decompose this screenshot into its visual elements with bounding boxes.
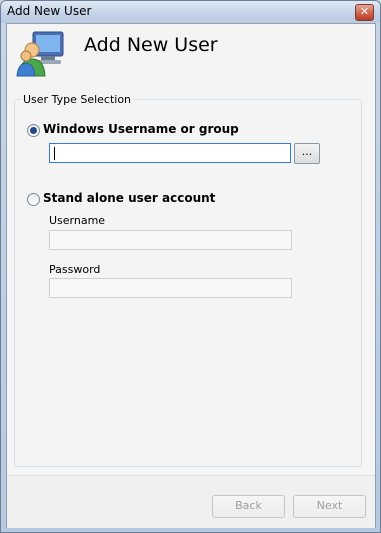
- browse-button[interactable]: ...: [294, 143, 320, 164]
- user-type-groupbox: User Type Selection Windows Username or …: [14, 93, 362, 467]
- windows-username-input[interactable]: [49, 143, 291, 163]
- password-input[interactable]: [49, 278, 292, 298]
- dialog-footer: Back Next: [7, 475, 375, 528]
- standalone-user-radio[interactable]: [27, 193, 40, 206]
- dialog-header: Add New User: [7, 24, 375, 88]
- next-button[interactable]: Next: [293, 495, 366, 518]
- title-bar[interactable]: Add New User ✕: [1, 1, 380, 23]
- text-caret: [54, 147, 55, 160]
- username-label: Username: [49, 214, 106, 227]
- dialog-client-area: Add New User User Type Selection Windows…: [6, 23, 376, 528]
- page-title: Add New User: [84, 34, 218, 56]
- dialog-window: Add New User ✕ Add New User User Type Se…: [0, 0, 381, 533]
- windows-user-radio-label[interactable]: Windows Username or group: [43, 122, 239, 136]
- users-computer-icon: [16, 31, 64, 77]
- radio-selected-dot: [30, 127, 37, 134]
- standalone-user-radio-label[interactable]: Stand alone user account: [43, 191, 215, 205]
- username-input[interactable]: [49, 230, 292, 250]
- windows-user-radio[interactable]: [27, 124, 40, 137]
- close-button[interactable]: ✕: [355, 4, 374, 21]
- window-title: Add New User: [7, 4, 92, 18]
- password-label: Password: [49, 263, 101, 276]
- back-button[interactable]: Back: [212, 495, 285, 518]
- groupbox-legend: User Type Selection: [21, 93, 134, 106]
